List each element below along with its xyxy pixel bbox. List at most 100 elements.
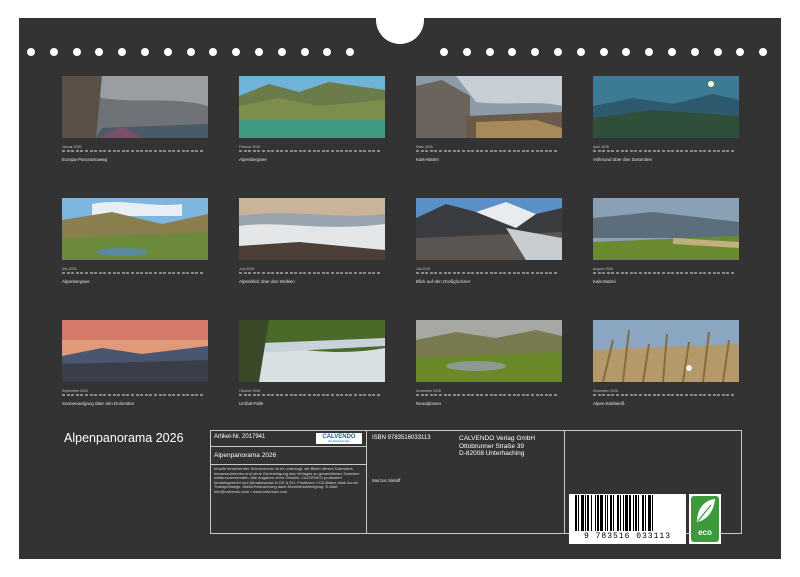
day-mark [200,150,203,152]
day-mark [503,394,507,396]
day-mark [103,272,107,274]
day-mark [135,394,139,396]
day-mark [163,150,167,152]
day-mark [416,394,419,396]
day-mark [140,272,144,274]
day-mark [434,272,438,274]
day-mark [195,394,199,396]
day-mark [634,150,638,152]
day-mark [367,150,371,152]
month-photo [416,198,562,260]
day-mark [480,272,484,274]
day-strip [593,150,739,155]
day-mark [620,272,624,274]
calendar-sheet: Januar 2026 Europa-Panoramaweg Februar 202… [19,18,781,559]
day-mark [694,272,698,274]
day-mark [544,272,548,274]
month-cell: Februar 2026 Alpenbergsee [239,76,385,163]
day-mark [489,272,493,274]
binding-hole [163,48,172,56]
day-mark [639,394,642,396]
barcode-bar [600,495,603,531]
day-mark [121,394,125,396]
isbn: ISBN 9783516033113 [372,435,431,441]
day-mark [680,150,684,152]
binding-hole [255,48,263,56]
day-mark [429,394,433,396]
day-mark [685,272,688,274]
day-mark [200,394,203,396]
day-mark [262,150,265,152]
barcode-bar [645,495,646,531]
day-mark [85,272,88,274]
day-mark [508,150,511,152]
day-mark [457,394,461,396]
day-mark [689,394,693,396]
day-mark [94,272,98,274]
day-mark [167,272,171,274]
day-mark [308,272,311,274]
day-mark [108,150,111,152]
day-mark [620,394,624,396]
day-mark [554,272,557,274]
day-mark [326,150,330,152]
binding-hole [49,48,58,56]
month-cell: November 2026 Neualplseen [416,320,562,407]
publisher-address: CALVENDO Verlag GmbH Ottobrunner Straße … [459,435,535,458]
day-mark [280,394,284,396]
day-mark [485,150,488,152]
day-mark [606,394,610,396]
month-photo [593,76,739,138]
barcode-bar [581,495,584,531]
day-mark [163,394,167,396]
day-mark [535,272,539,274]
month-caption: Kals-Matrei [416,157,439,162]
day-mark [535,150,539,152]
binding-hole [462,48,471,56]
day-mark [252,394,256,396]
day-mark [512,394,516,396]
month-photo [239,76,385,138]
day-mark [190,394,194,396]
day-mark [177,150,180,152]
day-mark [144,150,148,152]
month-caption: Alpenblick über den Wolken [239,279,295,284]
day-mark [712,394,716,396]
day-mark [75,272,79,274]
barcode-bar [578,495,579,531]
day-mark [248,394,252,396]
day-mark [721,394,725,396]
day-mark [671,150,675,152]
day-mark [285,150,288,152]
day-mark [652,394,656,396]
day-mark [243,394,247,396]
day-mark [321,394,325,396]
day-mark [593,394,596,396]
day-mark [726,150,730,152]
day-mark [248,150,252,152]
day-mark [298,150,302,152]
day-mark [597,394,601,396]
day-mark [121,150,125,152]
day-mark [172,394,176,396]
info-column-3: 9 783516 033113 eco [565,431,741,544]
day-mark [131,150,134,152]
calendar-title: Alpenpanorama 2026 [64,431,184,445]
day-mark [698,272,702,274]
day-mark [275,272,279,274]
day-mark [602,272,606,274]
day-mark [554,150,557,152]
barcode-bar [585,495,586,531]
day-strip [416,150,562,155]
day-mark [731,150,734,152]
day-mark [611,272,615,274]
day-mark [503,150,507,152]
day-mark [108,394,111,396]
day-mark [634,394,638,396]
day-mark [549,150,553,152]
day-mark [425,150,429,152]
divider [211,464,366,465]
month-caption: Alpen-Edelweiß [593,401,625,406]
day-mark [721,272,725,274]
day-mark [629,272,633,274]
